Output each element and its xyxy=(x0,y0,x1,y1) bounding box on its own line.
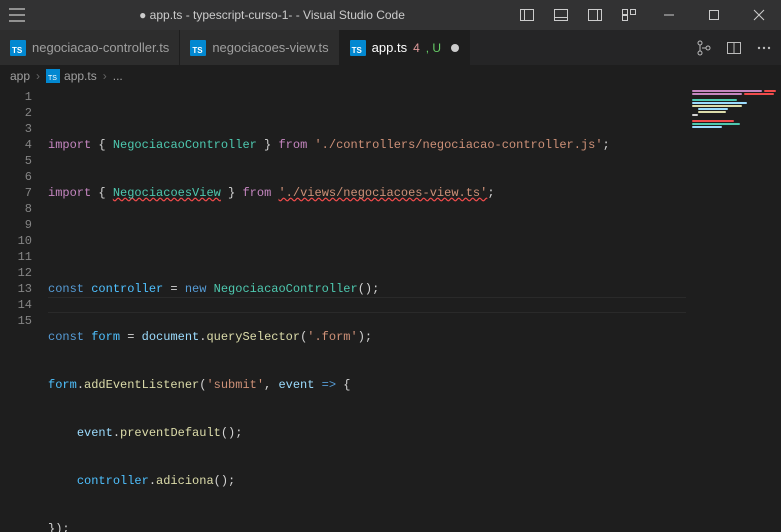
line-number: 12 xyxy=(0,265,32,281)
code-content[interactable]: import { NegociacaoController } from './… xyxy=(48,87,686,532)
tab-label: negociacoes-view.ts xyxy=(212,40,328,55)
line-number: 11 xyxy=(0,249,32,265)
unsaved-dot-icon[interactable] xyxy=(451,44,459,52)
editor-tabs: TS negociacao-controller.ts TS negociaco… xyxy=(0,30,781,65)
menu-icon[interactable] xyxy=(0,0,34,30)
line-number: 1 xyxy=(0,89,32,105)
minimize-button[interactable] xyxy=(646,0,691,30)
breadcrumb-separator-icon: › xyxy=(103,69,107,83)
layout-left-icon[interactable] xyxy=(510,0,544,30)
breadcrumb-separator-icon: › xyxy=(36,69,40,83)
tab-negociacao-controller[interactable]: TS negociacao-controller.ts xyxy=(0,30,180,65)
close-button[interactable] xyxy=(736,0,781,30)
typescript-icon: TS xyxy=(190,40,206,56)
typescript-icon: TS xyxy=(350,40,366,56)
tab-negociacoes-view[interactable]: TS negociacoes-view.ts xyxy=(180,30,339,65)
line-number: 5 xyxy=(0,153,32,169)
window-title: ● app.ts - typescript-curso-1- - Visual … xyxy=(34,8,510,22)
layout-bottom-icon[interactable] xyxy=(544,0,578,30)
line-number: 8 xyxy=(0,201,32,217)
tab-problem-count: 4 xyxy=(413,41,420,55)
typescript-icon: TS xyxy=(10,40,26,56)
line-number: 13 xyxy=(0,281,32,297)
breadcrumb-part[interactable]: app.ts xyxy=(64,69,97,83)
split-editor-icon[interactable] xyxy=(723,37,745,59)
title-bar: ● app.ts - typescript-curso-1- - Visual … xyxy=(0,0,781,30)
layout-right-icon[interactable] xyxy=(578,0,612,30)
breadcrumb-part[interactable]: ... xyxy=(113,69,123,83)
layout-customize-icon[interactable] xyxy=(612,0,646,30)
line-number-gutter: 123456789101112131415 xyxy=(0,87,48,532)
maximize-button[interactable] xyxy=(691,0,736,30)
minimap[interactable] xyxy=(686,87,781,532)
typescript-icon: TS xyxy=(46,69,60,83)
line-number: 9 xyxy=(0,217,32,233)
line-number: 10 xyxy=(0,233,32,249)
tab-app-ts[interactable]: TS app.ts 4 , U xyxy=(340,30,470,65)
compare-changes-icon[interactable] xyxy=(693,37,715,59)
tab-label: app.ts xyxy=(372,40,407,55)
line-number: 7 xyxy=(0,185,32,201)
line-number: 4 xyxy=(0,137,32,153)
line-number: 14 xyxy=(0,297,32,313)
line-number: 2 xyxy=(0,105,32,121)
more-actions-icon[interactable] xyxy=(753,37,775,59)
tab-git-status: , U xyxy=(426,41,441,55)
tab-label: negociacao-controller.ts xyxy=(32,40,169,55)
line-number: 3 xyxy=(0,121,32,137)
line-number: 6 xyxy=(0,169,32,185)
breadcrumb-part[interactable]: app xyxy=(10,69,30,83)
line-number: 15 xyxy=(0,313,32,329)
breadcrumb[interactable]: app › TS app.ts › ... xyxy=(0,65,781,87)
editor-area[interactable]: 123456789101112131415 import { Negociaca… xyxy=(0,87,781,532)
